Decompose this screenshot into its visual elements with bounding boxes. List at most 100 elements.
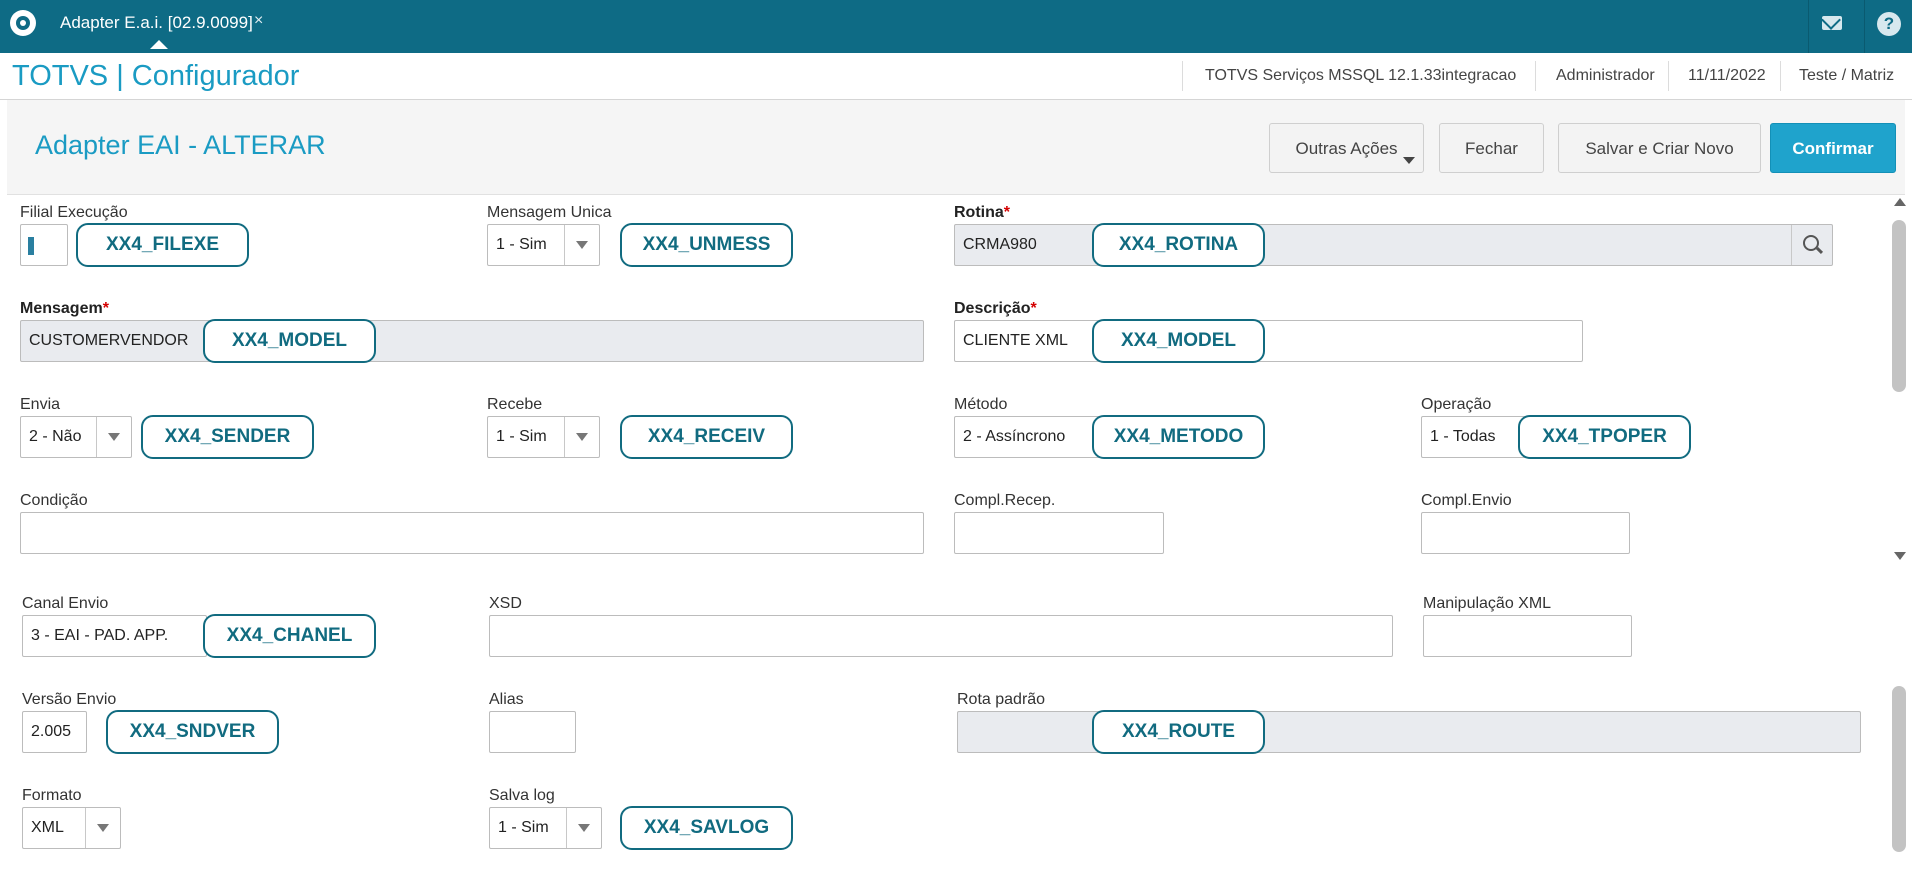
upper-scrollbar[interactable]	[1888, 198, 1912, 566]
field-tag-filexe: XX4_FILEXE	[76, 223, 249, 267]
filial-execucao-input[interactable]	[20, 224, 68, 266]
mensagem-unica-value: 1 - Sim	[496, 236, 547, 253]
totvs-logo-icon[interactable]	[10, 10, 36, 36]
envia-select[interactable]: 2 - Não	[20, 416, 132, 458]
header-divider	[1182, 61, 1183, 91]
required-marker: *	[1030, 300, 1037, 317]
salva-log-label: Salva log	[489, 787, 555, 804]
recebe-label: Recebe	[487, 396, 543, 413]
xsd-label: XSD	[489, 595, 522, 612]
envia-label: Envia	[20, 396, 61, 413]
rotina-label: Rotina*	[954, 204, 1010, 222]
compl-envio-label: Compl.Envio	[1421, 492, 1512, 509]
compl-envio-input[interactable]	[1421, 512, 1630, 554]
salva-log-value: 1 - Sim	[498, 819, 549, 836]
mail-icon	[1822, 16, 1842, 30]
mensagem-input[interactable]: CUSTOMERVENDOR	[20, 320, 924, 362]
formato-label: Formato	[22, 787, 82, 804]
salvar-criar-novo-button[interactable]: Salvar e Criar Novo	[1558, 123, 1761, 173]
rota-padrao-label: Rota padrão	[957, 691, 1046, 708]
page-title: Adapter EAI - ALTERAR	[35, 130, 326, 160]
recebe-value: 1 - Sim	[496, 428, 547, 445]
chevron-down-icon[interactable]	[85, 808, 120, 848]
user-label[interactable]: Administrador	[1556, 67, 1655, 85]
chevron-down-icon[interactable]	[566, 808, 601, 848]
alias-input[interactable]	[489, 711, 576, 753]
rotina-search-button[interactable]	[1791, 225, 1832, 265]
top-bar: Adapter E.a.i. [02.9.0099] × ?	[0, 0, 1912, 53]
tab-adapter-eai[interactable]: Adapter E.a.i. [02.9.0099] ×	[52, 0, 272, 53]
lower-scrollbar-thumb[interactable]	[1892, 686, 1906, 852]
required-marker: *	[1003, 204, 1011, 221]
condicao-input[interactable]	[20, 512, 924, 554]
tab-label: Adapter E.a.i. [02.9.0099]	[60, 13, 253, 32]
mensagem-label: Mensagem*	[20, 300, 109, 318]
field-tag-sender: XX4_SENDER	[141, 415, 314, 459]
mensagem-unica-label: Mensagem Unica	[487, 204, 612, 221]
field-tag-receiv: XX4_RECEIV	[620, 415, 793, 459]
date-label[interactable]: 11/11/2022	[1688, 67, 1766, 85]
formato-select[interactable]: XML	[22, 807, 121, 849]
page-toolbar: Adapter EAI - ALTERAR Outras Ações Fecha…	[7, 100, 1905, 195]
envia-value: 2 - Não	[29, 428, 82, 445]
field-tag-model: XX4_MODEL	[203, 319, 376, 363]
rotina-value: CRMA980	[963, 236, 1037, 253]
app-header: TOTVS | Configurador TOTVS Serviços MSSQ…	[0, 53, 1912, 100]
field-tag-model-descricao: XX4_MODEL	[1092, 319, 1265, 363]
field-tag-metodo: XX4_METODO	[1092, 415, 1265, 459]
branch-label[interactable]: Teste / Matriz	[1799, 67, 1894, 85]
confirmar-button[interactable]: Confirmar	[1770, 123, 1896, 173]
chevron-down-icon[interactable]	[564, 417, 599, 457]
operacao-label: Operação	[1421, 396, 1492, 413]
environment-label[interactable]: TOTVS Serviços MSSQL 12.1.33integracao	[1205, 67, 1516, 85]
compl-recep-label: Compl.Recep.	[954, 492, 1056, 509]
field-tag-savlog: XX4_SAVLOG	[620, 806, 793, 850]
close-icon[interactable]: ×	[254, 12, 263, 30]
field-tag-route: XX4_ROUTE	[1092, 710, 1265, 754]
manipulacao-xml-label: Manipulação XML	[1423, 595, 1552, 612]
fechar-button[interactable]: Fechar	[1439, 123, 1544, 173]
tab-active-indicator	[150, 40, 168, 49]
rotina-label-text: Rotina	[954, 204, 1004, 221]
versao-envio-input[interactable]: 2.005	[22, 711, 87, 753]
chevron-down-icon	[1403, 157, 1415, 164]
app-title: TOTVS | Configurador	[12, 60, 300, 92]
filial-execucao-label: Filial Execução	[20, 204, 128, 221]
salva-log-select[interactable]: 1 - Sim	[489, 807, 602, 849]
header-divider	[1780, 61, 1781, 91]
manipulacao-xml-input[interactable]	[1423, 615, 1632, 657]
mensagem-label-text: Mensagem	[20, 300, 103, 317]
help-button[interactable]: ?	[1864, 0, 1910, 53]
condicao-label: Condição	[20, 492, 88, 509]
chevron-down-icon[interactable]	[564, 225, 599, 265]
help-icon: ?	[1877, 12, 1901, 36]
compl-recep-input[interactable]	[954, 512, 1164, 554]
xsd-input[interactable]	[489, 615, 1393, 657]
mail-button[interactable]	[1808, 0, 1854, 53]
field-tag-rotina: XX4_ROTINA	[1092, 223, 1265, 267]
descricao-label-text: Descrição	[954, 300, 1031, 317]
descricao-label: Descrição*	[954, 300, 1037, 318]
field-tag-sndver: XX4_SNDVER	[106, 710, 279, 754]
outras-acoes-button[interactable]: Outras Ações	[1269, 123, 1424, 173]
canal-envio-label: Canal Envio	[22, 595, 109, 612]
header-divider	[1535, 61, 1536, 91]
canal-envio-select[interactable]: 3 - EAI - PAD. APP.	[22, 615, 207, 657]
chevron-down-icon[interactable]	[96, 417, 131, 457]
field-tag-chanel: XX4_CHANEL	[203, 614, 376, 658]
scrollbar-thumb[interactable]	[1892, 220, 1906, 392]
scroll-down-icon[interactable]	[1894, 552, 1906, 560]
text-cursor	[28, 237, 34, 255]
field-tag-tpoper: XX4_TPOPER	[1518, 415, 1691, 459]
required-marker: *	[102, 300, 109, 317]
recebe-select[interactable]: 1 - Sim	[487, 416, 600, 458]
formato-value: XML	[31, 819, 64, 836]
header-divider	[1668, 61, 1669, 91]
mensagem-unica-select[interactable]: 1 - Sim	[487, 224, 600, 266]
versao-envio-label: Versão Envio	[22, 691, 117, 708]
alias-label: Alias	[489, 691, 524, 708]
outras-acoes-label: Outras Ações	[1295, 139, 1398, 158]
rotina-input[interactable]: CRMA980	[954, 224, 1833, 266]
scroll-up-icon[interactable]	[1894, 198, 1906, 206]
descricao-input[interactable]: CLIENTE XML	[954, 320, 1583, 362]
